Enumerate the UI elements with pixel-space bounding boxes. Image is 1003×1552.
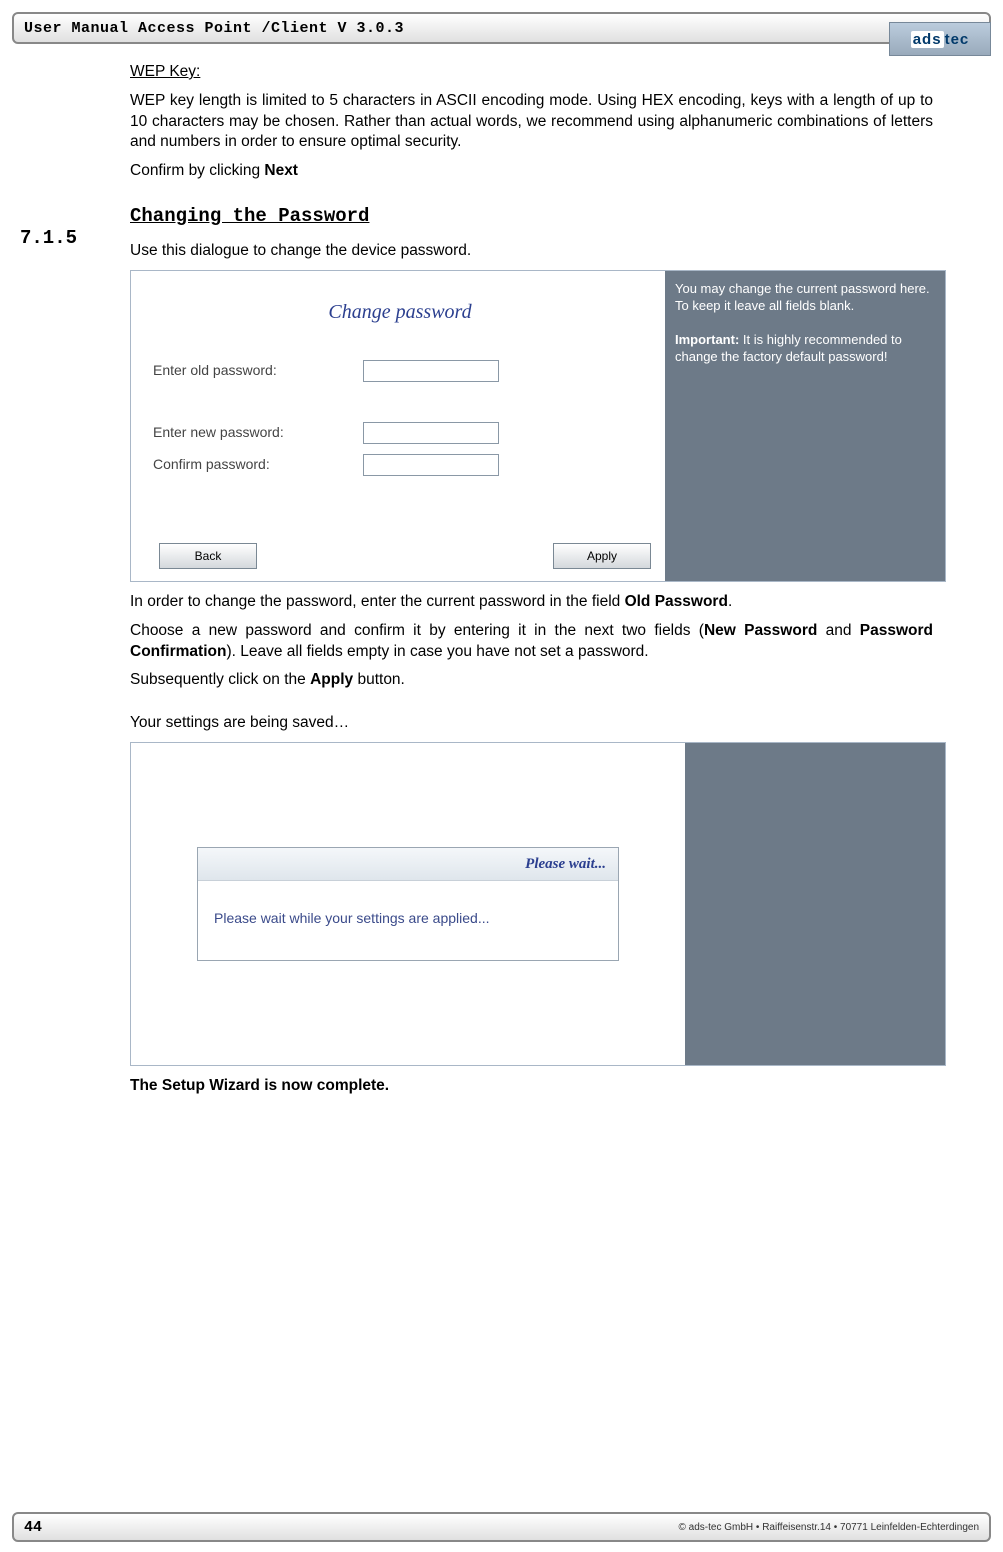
saving-text: Your settings are being saved… bbox=[130, 713, 933, 734]
wep-heading: WEP Key: bbox=[130, 63, 200, 80]
old-password-input[interactable] bbox=[363, 360, 499, 382]
confirm-password-label: Confirm password: bbox=[153, 455, 363, 474]
page-number: 44 bbox=[24, 1519, 42, 1536]
wep-confirm: Confirm by clicking Next bbox=[130, 161, 933, 182]
footer-copyright: © ads-tec GmbH • Raiffeisenstr.14 • 7077… bbox=[679, 1522, 979, 1533]
back-button[interactable]: Back bbox=[159, 543, 257, 569]
help-important-label: Important: bbox=[675, 332, 739, 347]
instruction-old-password: In order to change the password, enter t… bbox=[130, 592, 933, 613]
section-number: 7.1.5 bbox=[20, 226, 77, 251]
dialog-title: Change password bbox=[153, 299, 647, 326]
help-text-1: You may change the current password here… bbox=[675, 281, 930, 313]
change-password-dialog: Change password Enter old password: Ente… bbox=[130, 270, 946, 582]
please-wait-modal: Please wait... Please wait while your se… bbox=[197, 847, 619, 961]
confirm-password-input[interactable] bbox=[363, 454, 499, 476]
please-wait-body: Please wait while your settings are appl… bbox=[198, 881, 618, 960]
brand-logo: adstec bbox=[889, 22, 991, 56]
instruction-new-password: Choose a new password and confirm it by … bbox=[130, 621, 933, 663]
instruction-apply: Subsequently click on the Apply button. bbox=[130, 670, 933, 691]
section-intro: Use this dialogue to change the device p… bbox=[130, 241, 933, 262]
header-bar: User Manual Access Point /Client V 3.0.3 bbox=[12, 12, 991, 44]
dialog-help-panel: You may change the current password here… bbox=[665, 271, 945, 581]
wizard-complete: The Setup Wizard is now complete. bbox=[130, 1076, 933, 1097]
apply-button[interactable]: Apply bbox=[553, 543, 651, 569]
please-wait-side-panel bbox=[685, 743, 945, 1065]
section-heading: Changing the Password bbox=[130, 204, 933, 229]
new-password-label: Enter new password: bbox=[153, 423, 363, 442]
wep-body: WEP key length is limited to 5 character… bbox=[130, 91, 933, 153]
new-password-input[interactable] bbox=[363, 422, 499, 444]
old-password-label: Enter old password: bbox=[153, 361, 363, 380]
header-title: User Manual Access Point /Client V 3.0.3 bbox=[24, 20, 404, 37]
please-wait-title: Please wait... bbox=[198, 848, 618, 881]
footer-bar: 44 © ads-tec GmbH • Raiffeisenstr.14 • 7… bbox=[12, 1512, 991, 1542]
please-wait-dialog: Please wait... Please wait while your se… bbox=[130, 742, 946, 1066]
